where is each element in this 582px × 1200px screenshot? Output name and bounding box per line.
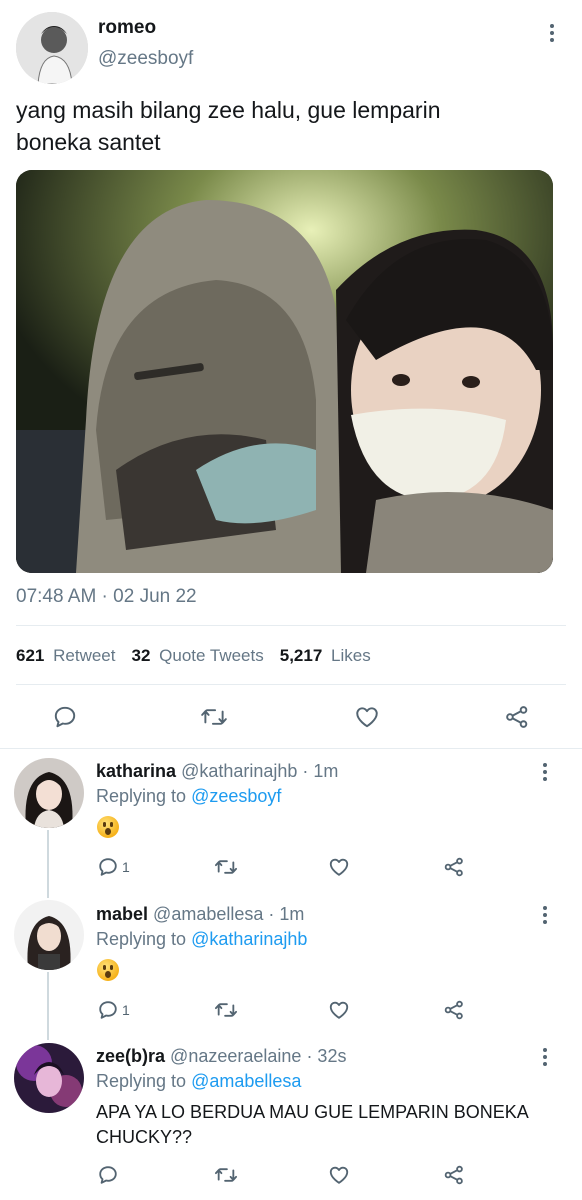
tweet-stats: 621 Retweet 32 Quote Tweets 5,217 Likes: [16, 646, 371, 666]
likes-count: 5,217: [279, 646, 323, 665]
avatar-photo: [16, 12, 88, 84]
like-button[interactable]: [328, 999, 350, 1021]
reply-display-name[interactable]: katharina: [96, 761, 176, 781]
thread-connector: [47, 972, 49, 1040]
reply-count: 1: [122, 859, 130, 875]
share-button[interactable]: [443, 1164, 465, 1186]
like-button[interactable]: [354, 704, 380, 730]
likes-stat[interactable]: 5,217 Likes: [280, 646, 371, 666]
reply-icon: [99, 1001, 117, 1019]
replying-to-label: Replying to: [96, 786, 187, 806]
reply-handle[interactable]: @katharinajhb: [181, 761, 297, 781]
reply-header: zee(b)ra @nazeeraelaine · 32s: [96, 1046, 346, 1067]
share-button[interactable]: [443, 999, 465, 1021]
tweet-timestamp[interactable]: 07:48 AM · 02 Jun 22: [16, 586, 197, 608]
reply-avatar[interactable]: [14, 900, 84, 970]
share-icon: [444, 857, 463, 877]
replying-to-link[interactable]: @zeesboyf: [191, 786, 281, 806]
reply-avatar[interactable]: [14, 758, 84, 828]
reply-count: 1: [122, 1002, 130, 1018]
replying-to-link[interactable]: @katharinajhb: [191, 929, 307, 949]
reply-text-line: APA YA LO BERDUA MAU GUE LEMPARIN BONEKA: [96, 1102, 529, 1122]
replying-to: Replying to @zeesboyf: [96, 786, 281, 807]
avatar-photo: [14, 1043, 84, 1113]
reply-text: APA YA LO BERDUA MAU GUE LEMPARIN BONEKA…: [96, 1100, 529, 1150]
reply-display-name[interactable]: mabel: [96, 904, 148, 924]
retweet-icon: [201, 709, 227, 725]
like-button[interactable]: [328, 1164, 350, 1186]
quote-stat[interactable]: 32 Quote Tweets: [131, 646, 263, 666]
retweet-icon: [215, 1168, 237, 1182]
share-icon: [444, 1165, 463, 1185]
reply-handle[interactable]: @nazeeraelaine: [170, 1046, 301, 1066]
surprised-face-emoji: [97, 959, 119, 981]
divider: [0, 748, 582, 749]
replying-to: Replying to @amabellesa: [96, 1071, 301, 1092]
more-options-icon[interactable]: [549, 24, 555, 42]
reply-header: mabel @amabellesa · 1m: [96, 904, 304, 925]
reply-icon: [54, 706, 76, 728]
retweet-button[interactable]: [200, 704, 228, 730]
share-icon: [444, 1000, 463, 1020]
like-button[interactable]: [328, 856, 350, 878]
more-options-icon[interactable]: [542, 906, 548, 924]
share-icon: [506, 706, 528, 728]
retweet-count: 621: [16, 646, 45, 665]
reply-age: · 1m: [268, 904, 305, 924]
tweet-text-line: boneka santet: [16, 129, 161, 155]
divider: [16, 684, 566, 685]
reply-icon: [99, 1166, 117, 1184]
share-button[interactable]: [443, 856, 465, 878]
retweet-button[interactable]: [214, 1164, 238, 1186]
reply-age: · 1m: [302, 761, 339, 781]
tweet-text-line: yang masih bilang zee halu, gue lemparin: [16, 97, 441, 123]
more-options-icon[interactable]: [542, 763, 548, 781]
heart-icon: [329, 1166, 349, 1184]
retweet-label: Retweet: [53, 646, 116, 665]
avatar-photo: [14, 758, 84, 828]
reply-display-name[interactable]: zee(b)ra: [96, 1046, 165, 1066]
reply-button[interactable]: 1: [97, 856, 130, 878]
retweet-button[interactable]: [214, 999, 238, 1021]
reply-icon: [99, 858, 117, 876]
replying-to-link[interactable]: @amabellesa: [191, 1071, 301, 1091]
surprised-face-emoji: [97, 816, 119, 838]
quote-label: Quote Tweets: [159, 646, 264, 665]
retweet-icon: [215, 860, 237, 874]
more-options-icon[interactable]: [542, 1048, 548, 1066]
tweet-text: yang masih bilang zee halu, gue lemparin…: [16, 94, 441, 158]
reply-button[interactable]: 1: [97, 999, 130, 1021]
reply-text-line: CHUCKY??: [96, 1127, 193, 1147]
reply-age: · 32s: [306, 1046, 347, 1066]
replying-to-label: Replying to: [96, 929, 187, 949]
avatar-photo: [14, 900, 84, 970]
heart-icon: [329, 858, 349, 876]
retweet-button[interactable]: [214, 856, 238, 878]
heart-icon: [329, 1001, 349, 1019]
heart-icon: [356, 707, 378, 728]
reply-button[interactable]: [97, 1164, 119, 1186]
author-handle[interactable]: @zeesboyf: [98, 48, 193, 70]
quote-count: 32: [131, 646, 151, 665]
reply-button[interactable]: [52, 704, 78, 730]
thread-connector: [47, 830, 49, 898]
reply-header: katharina @katharinajhb · 1m: [96, 761, 338, 782]
author-avatar[interactable]: [16, 12, 88, 84]
retweet-stat[interactable]: 621 Retweet: [16, 646, 115, 666]
replying-to-label: Replying to: [96, 1071, 187, 1091]
reply-avatar[interactable]: [14, 1043, 84, 1113]
share-button[interactable]: [504, 704, 530, 730]
author-display-name[interactable]: romeo: [98, 17, 156, 39]
photo-content: [16, 170, 553, 573]
retweet-icon: [215, 1003, 237, 1017]
divider: [16, 625, 566, 626]
replying-to: Replying to @katharinajhb: [96, 929, 307, 950]
likes-label: Likes: [331, 646, 371, 665]
tweet-media-photo[interactable]: [16, 170, 553, 573]
reply-handle[interactable]: @amabellesa: [153, 904, 263, 924]
